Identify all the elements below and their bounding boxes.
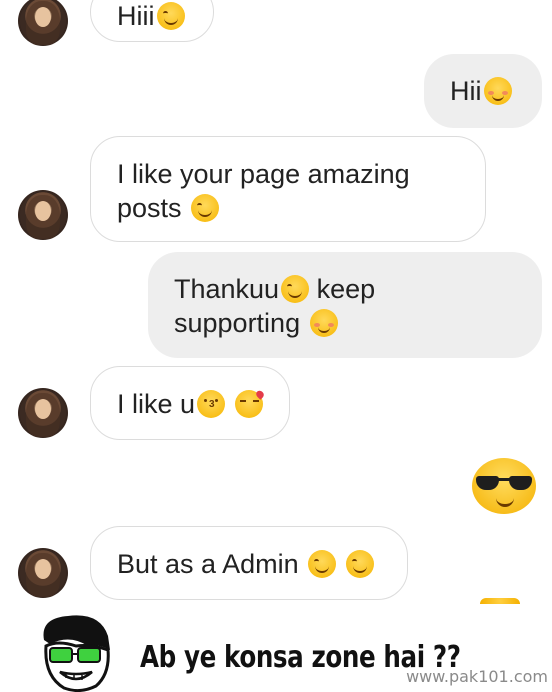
message-bubble[interactable]: Thankuu keep supporting: [148, 252, 542, 358]
message-text: I like u: [117, 389, 196, 419]
message-text: Hiii: [117, 1, 155, 31]
avatar[interactable]: [18, 388, 68, 438]
avatar[interactable]: [18, 190, 68, 240]
message-bubble[interactable]: Hii: [424, 54, 542, 128]
message-line: keep: [316, 274, 376, 304]
smile-emoji-icon: [281, 275, 310, 303]
message-line: I like your page amazing: [117, 159, 410, 189]
message-line: posts: [117, 193, 182, 223]
kiss-emoji-icon: [197, 390, 226, 418]
message-bubble[interactable]: But as a Admin: [90, 526, 408, 600]
message-line: supporting: [174, 308, 301, 338]
message-bubble[interactable]: I like u: [90, 366, 290, 440]
message-bubble[interactable]: Hiii: [90, 0, 214, 42]
meme-footer: Ab ye konsa zone hai ?? www.pak101.com: [0, 610, 552, 692]
smile-emoji-icon: [308, 550, 337, 578]
message-line: Thankuu: [174, 274, 280, 304]
tongue-emoji-icon: [309, 309, 338, 337]
partial-emoji: [480, 598, 520, 604]
sunglasses-emoji-icon[interactable]: [472, 458, 536, 514]
message-text: Hii: [450, 76, 482, 106]
message-text: But as a Admin: [117, 549, 299, 579]
smile-emoji-icon: [156, 2, 185, 30]
smile-emoji-icon: [345, 550, 374, 578]
message-bubble[interactable]: I like your page amazing posts: [90, 136, 486, 242]
meme-face-icon: [43, 615, 110, 692]
smile-emoji-icon: [191, 194, 220, 222]
blush-emoji-icon: [483, 77, 512, 105]
watermark: www.pak101.com: [406, 667, 548, 686]
kiss-heart-emoji-icon: [234, 390, 263, 418]
avatar[interactable]: [18, 548, 68, 598]
chat-thread: Hiii Hii I like your page amazing posts …: [0, 0, 552, 610]
avatar[interactable]: [18, 0, 68, 46]
